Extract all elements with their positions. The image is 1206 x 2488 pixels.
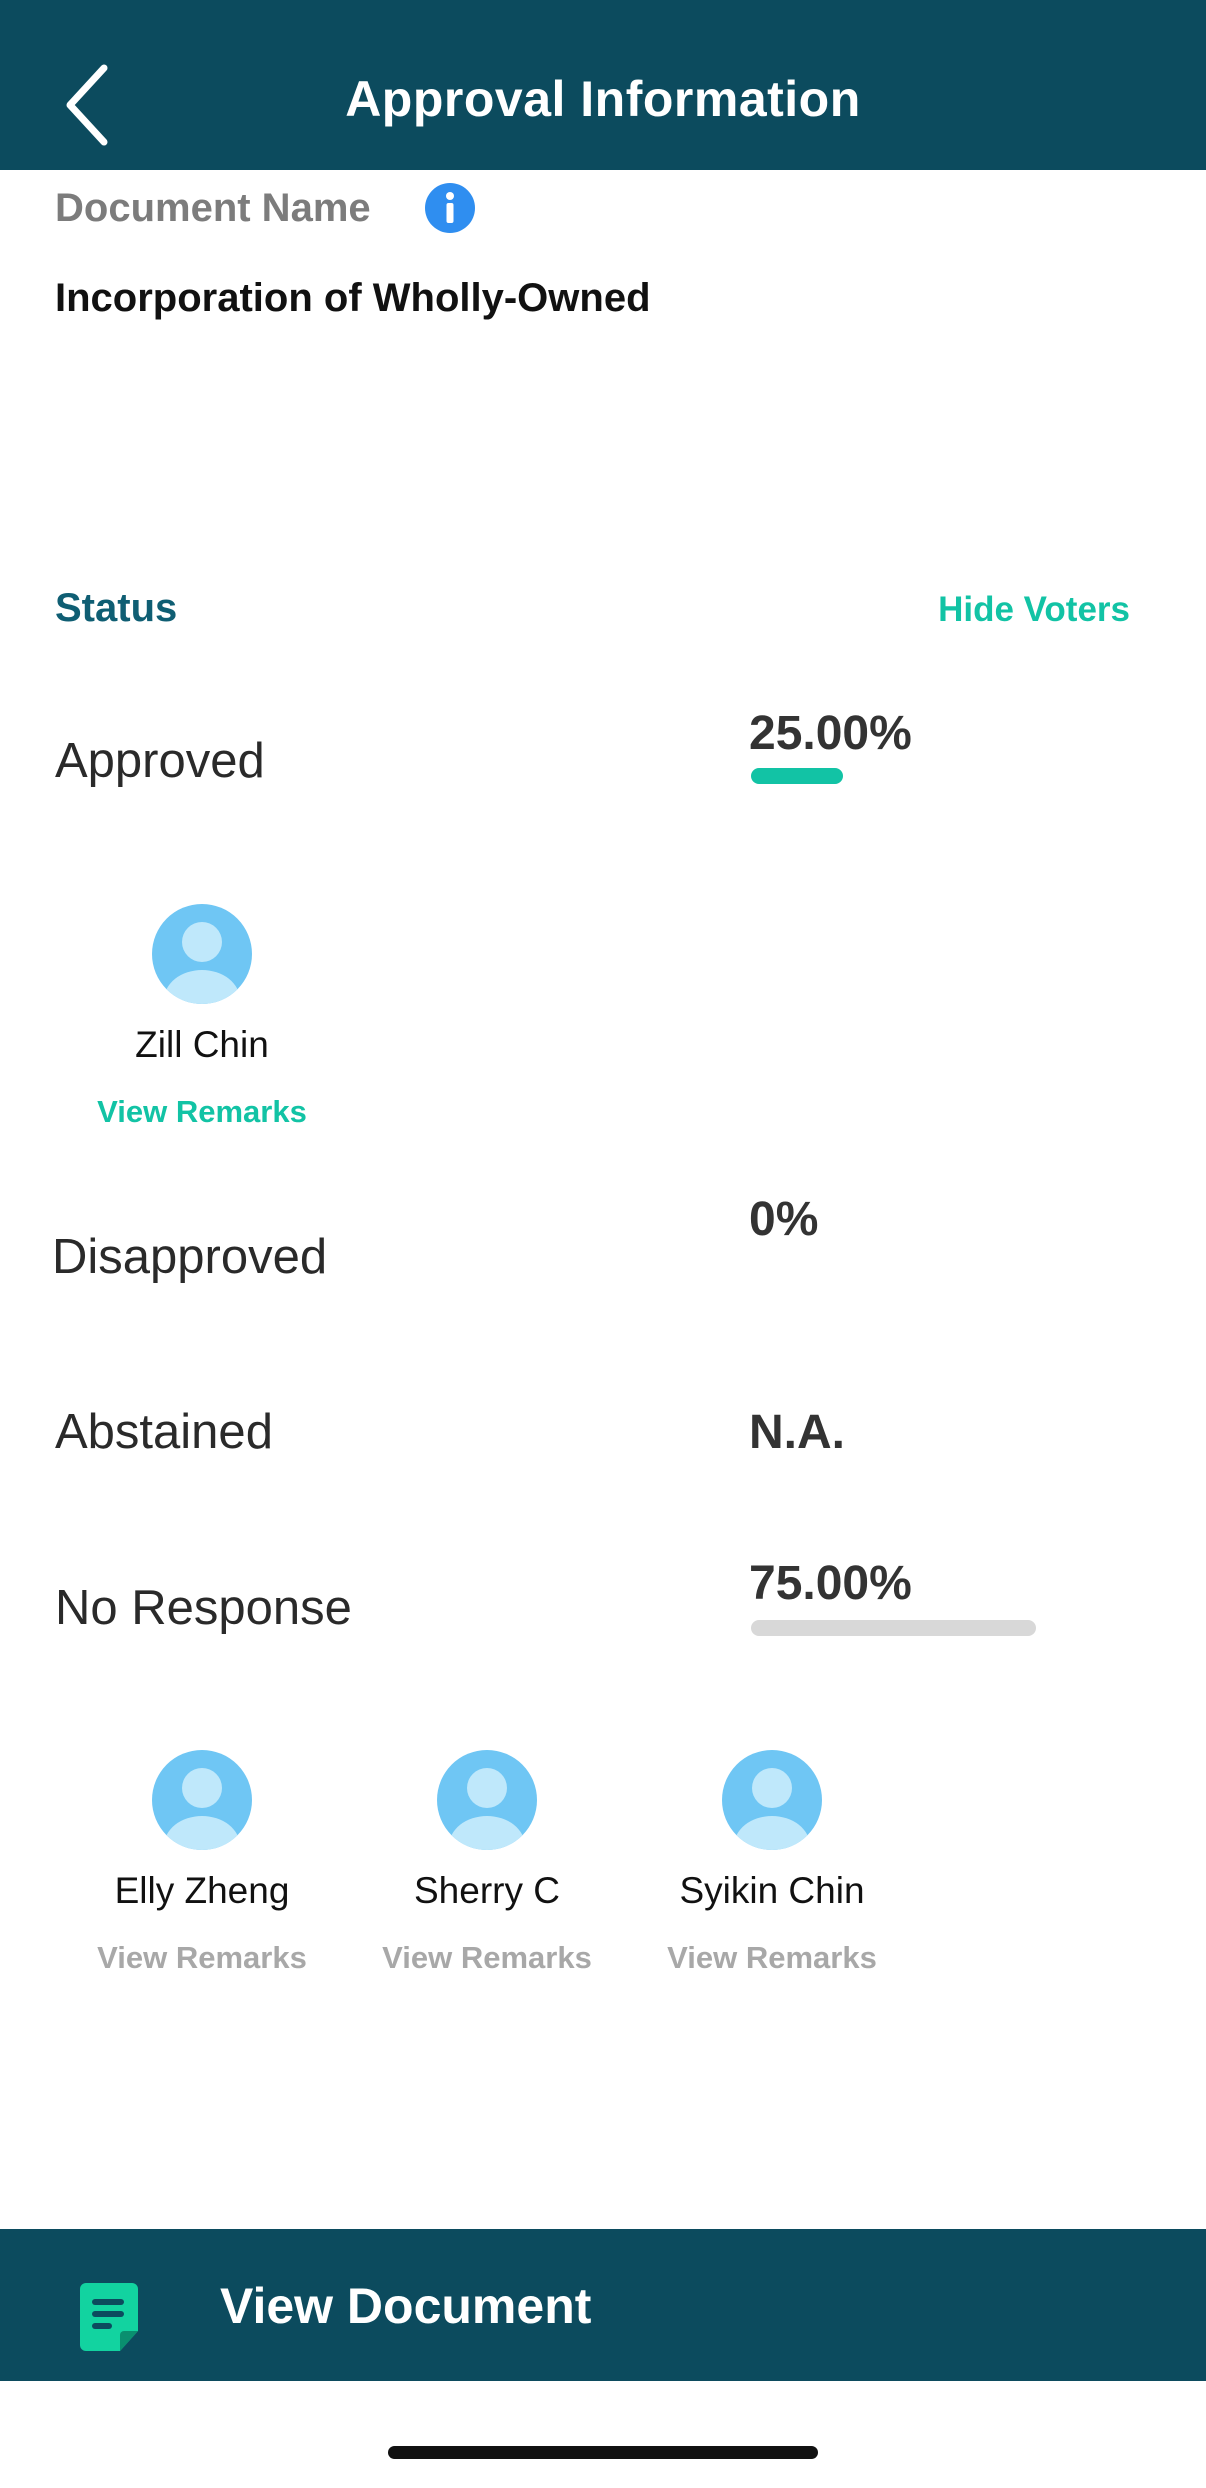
disapproved-label: Disapproved [52, 1230, 328, 1284]
voter-card: Elly Zheng View Remarks [72, 1750, 332, 1976]
status-label: Status [55, 586, 178, 630]
view-remarks-link[interactable]: View Remarks [357, 1940, 617, 1976]
approved-label: Approved [55, 734, 265, 788]
no-response-percent: 75.00% [749, 1557, 912, 1610]
abstained-label: Abstained [55, 1405, 273, 1459]
approved-percent: 25.00% [749, 707, 912, 760]
voter-card: Syikin Chin View Remarks [642, 1750, 902, 1976]
view-document-label: View Document [220, 2278, 592, 2334]
view-document-button[interactable]: View Document [0, 2229, 1206, 2381]
info-icon[interactable] [424, 182, 476, 234]
view-remarks-link[interactable]: View Remarks [72, 1940, 332, 1976]
page-title: Approval Information [345, 71, 861, 127]
voter-card: Zill Chin View Remarks [72, 904, 332, 1130]
abstained-percent: N.A. [749, 1406, 845, 1459]
avatar-icon [437, 1750, 537, 1850]
approved-progress-bar [751, 768, 843, 784]
view-remarks-link[interactable]: View Remarks [642, 1940, 902, 1976]
document-name-label: Document Name [55, 186, 371, 230]
hide-voters-link[interactable]: Hide Voters [938, 590, 1130, 630]
voter-card: Sherry C View Remarks [357, 1750, 617, 1976]
voter-name: Zill Chin [135, 1024, 269, 1065]
home-indicator [388, 2446, 818, 2459]
avatar-icon [152, 904, 252, 1004]
view-remarks-link[interactable]: View Remarks [72, 1094, 332, 1130]
no-response-label: No Response [55, 1581, 352, 1635]
disapproved-percent: 0% [749, 1193, 819, 1246]
avatar-icon [722, 1750, 822, 1850]
no-response-progress-bar [751, 1620, 1036, 1636]
document-icon [80, 2283, 138, 2351]
avatar-icon [152, 1750, 252, 1850]
document-name-value: Incorporation of Wholly-Owned [55, 276, 651, 320]
voter-name: Syikin Chin [679, 1870, 865, 1911]
voter-name: Sherry C [414, 1870, 560, 1911]
voter-name: Elly Zheng [114, 1870, 290, 1911]
app-header: Approval Information [0, 0, 1206, 170]
